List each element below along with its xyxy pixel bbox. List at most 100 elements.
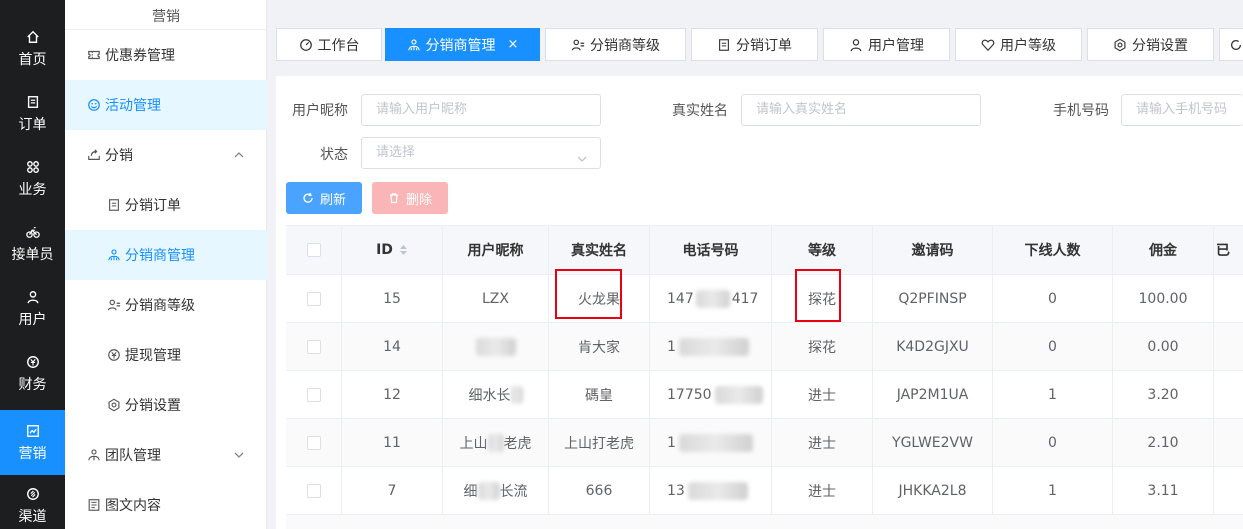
row-checkbox[interactable] — [306, 435, 321, 450]
submenu-header: 营销 — [152, 9, 180, 25]
redacted-blur — [487, 433, 504, 452]
rail-item-order[interactable]: 订单 — [0, 95, 65, 160]
channel-icon — [0, 487, 65, 509]
cell-nickname: 上山 老虎 — [443, 419, 549, 466]
tab-overflow[interactable] — [1219, 28, 1243, 61]
rail-item-label: 营销 — [18, 446, 47, 462]
table-header-row: ID 用户昵称 真实姓名 电话号码 等级 邀请码 下线人数 佣金 已 — [286, 226, 1243, 275]
cell-realname: 碼皇 — [549, 371, 650, 418]
team-icon — [85, 448, 103, 462]
sidebar-item-label: 活动管理 — [105, 98, 161, 114]
bike-icon — [0, 225, 65, 247]
sidebar-item-distribution[interactable]: 分销 — [65, 130, 267, 180]
cell-level: 进士 — [772, 419, 873, 466]
cell-nickname: 细水长 — [443, 371, 549, 418]
refresh-button[interactable]: 刷新 — [286, 182, 362, 214]
rail-item-business[interactable]: 业务 — [0, 160, 65, 225]
sidebar-item-distribution-settings[interactable]: 分销设置 — [65, 380, 267, 430]
rail-item-label: 首页 — [18, 52, 47, 68]
delete-button[interactable]: 删除 — [372, 182, 448, 214]
status-select-value: 请选择 — [376, 145, 416, 160]
row-checkbox[interactable] — [306, 387, 321, 402]
tab-distributor-level[interactable]: 分销商等级 — [545, 28, 686, 61]
column-header-nickname: 用户昵称 — [443, 226, 549, 274]
cell-more — [1214, 323, 1243, 370]
close-icon[interactable]: × — [508, 37, 519, 52]
sidebar-item-label: 图文内容 — [105, 498, 161, 514]
tab-user-level[interactable]: 用户等级 — [955, 28, 1082, 61]
phone-label: 手机号码 — [1053, 103, 1109, 119]
rail-item-home[interactable]: 首页 — [0, 30, 65, 95]
table-row[interactable]: 11 上山 老虎 上山打老虎 1 进士 YGLWE2VW 0 2.10 — [286, 419, 1243, 467]
marketing-icon — [0, 410, 65, 446]
sidebar-item-distribution-orders[interactable]: 分销订单 — [65, 180, 267, 230]
phone-prefix: 1 — [667, 434, 676, 451]
rail-item-marketing[interactable]: 营销 — [0, 410, 65, 475]
withdraw-icon — [105, 348, 123, 362]
sidebar-item-distributor-level[interactable]: 分销商等级 — [65, 280, 267, 330]
tab-label: 分销订单 — [736, 37, 792, 54]
realname-input[interactable]: 请输入真实姓名 — [741, 94, 981, 126]
refresh-button-label: 刷新 — [319, 192, 346, 208]
sidebar-item-coupon[interactable]: 优惠券管理 — [65, 30, 267, 80]
sidebar-item-label: 优惠券管理 — [105, 48, 175, 64]
nickname-prefix: 细水长 — [468, 387, 511, 404]
sidebar-item-withdraw[interactable]: 提现管理 — [65, 330, 267, 380]
cell-commission: 0.00 — [1113, 323, 1214, 370]
rail-item-courier[interactable]: 接单员 — [0, 225, 65, 290]
user-icon — [850, 38, 862, 51]
tab-distribution-orders[interactable]: 分销订单 — [691, 28, 818, 61]
document-icon — [105, 198, 123, 212]
tab-label: 用户管理 — [868, 37, 924, 54]
rail-item-label: 财务 — [18, 377, 47, 393]
trash-icon — [389, 193, 398, 204]
sidebar-item-team[interactable]: 团队管理 — [65, 430, 267, 480]
chevron-down-icon — [576, 147, 588, 177]
table-row[interactable]: 15 LZX 火龙果 147 417 探花 Q2PFINSP 0 100.00 — [286, 275, 1243, 323]
row-checkbox-cell — [286, 371, 342, 418]
tab-user-management[interactable]: 用户管理 — [823, 28, 950, 61]
select-all-checkbox[interactable] — [306, 243, 321, 257]
sidebar-item-activity[interactable]: 活动管理 — [65, 80, 267, 130]
row-checkbox[interactable] — [306, 291, 321, 306]
tab-distributor-management[interactable]: 分销商管理 × — [385, 28, 540, 61]
rail-item-label: 订单 — [18, 117, 47, 133]
rail-item-channel[interactable]: 渠道 — [0, 487, 65, 529]
row-checkbox[interactable] — [306, 339, 321, 354]
redacted-blur — [678, 433, 753, 452]
highlight-box-realname — [555, 269, 622, 319]
table-row[interactable]: 7 细 长流 666 13 进士 JHKKA2L8 1 3.11 — [286, 467, 1243, 515]
user-icon — [0, 290, 65, 312]
sidebar-item-articles[interactable]: 图文内容 — [65, 480, 267, 529]
tab-dashboard[interactable]: 工作台 — [276, 28, 382, 61]
finance-icon — [0, 355, 65, 377]
coupon-icon — [85, 48, 103, 62]
row-checkbox-cell — [286, 323, 342, 370]
highlight-box-level — [795, 269, 841, 322]
tab-label: 分销设置 — [1132, 37, 1188, 54]
dashboard-icon — [299, 38, 312, 51]
delete-button-label: 删除 — [405, 192, 432, 208]
column-header-more: 已 — [1214, 226, 1243, 274]
sidebar-item-label: 分销订单 — [125, 198, 181, 214]
table-row[interactable] — [286, 515, 1243, 529]
rail-item-label: 接单员 — [11, 247, 54, 263]
column-header-id[interactable]: ID — [342, 226, 443, 274]
phone-prefix: 13 — [667, 482, 685, 499]
sort-icon[interactable] — [399, 244, 408, 256]
sidebar-item-distributor-management[interactable]: 分销商管理 — [65, 230, 267, 280]
cell-more — [1214, 371, 1243, 418]
table-row[interactable]: 12 细水长 碼皇 17750 进士 JAP2M1UA 1 3.20 — [286, 371, 1243, 419]
tab-distribution-settings[interactable]: 分销设置 — [1087, 28, 1214, 61]
heart-icon — [981, 39, 995, 51]
phone-input[interactable]: 请输入手机号码 — [1121, 94, 1243, 126]
cell-phone: 13 — [650, 467, 772, 514]
row-checkbox[interactable] — [306, 483, 321, 498]
table-row[interactable]: 14 肯大家 1 探花 K4D2GJXU 0 0.00 — [286, 323, 1243, 371]
column-header-level: 等级 — [772, 226, 873, 274]
rail-item-user[interactable]: 用户 — [0, 290, 65, 355]
smile-icon — [85, 98, 103, 112]
user-list-icon — [571, 39, 585, 50]
nickname-input[interactable]: 请输入用户昵称 — [361, 94, 601, 126]
status-select[interactable]: 请选择 — [361, 137, 601, 169]
